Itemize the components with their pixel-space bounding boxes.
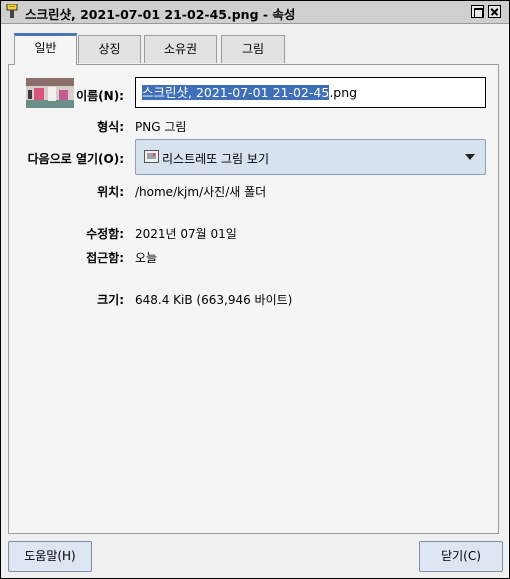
accessed-label: 접근함:: [86, 251, 124, 265]
accessed-value: 오늘: [135, 251, 158, 265]
title-bar[interactable]: 스크린샷, 2021-07-01 21-02-45.png - 속성: [1, 1, 509, 24]
type-value: PNG 그림: [135, 120, 187, 134]
open-with-label: 다음으로 열기(O):: [27, 152, 124, 166]
name-input[interactable]: 스크린샷, 2021-07-01 21-02-45.png: [135, 77, 486, 108]
image-viewer-icon: [144, 150, 159, 163]
close-window-button[interactable]: [488, 5, 501, 18]
maximize-button[interactable]: [471, 5, 484, 18]
size-value: 648.4 KiB (663,946 바이트): [135, 293, 293, 307]
help-button[interactable]: 도움말(H): [8, 541, 92, 572]
modified-value: 2021년 07월 01일: [135, 227, 237, 241]
size-label: 크기:: [97, 293, 124, 307]
location-label: 위치:: [97, 185, 124, 199]
close-button[interactable]: 닫기(C): [419, 541, 503, 572]
name-extension-text: .png: [329, 85, 358, 100]
chevron-down-icon: [465, 154, 475, 160]
tab-permissions[interactable]: 소유권: [144, 35, 217, 63]
brush-icon: [6, 4, 18, 18]
name-selected-text: 스크린샷, 2021-07-01 21-02-45: [142, 85, 330, 100]
open-with-select[interactable]: 리스트레또 그림 보기: [135, 139, 486, 175]
type-label: 형식:: [97, 120, 124, 134]
open-with-value: 리스트레또 그림 보기: [162, 152, 269, 166]
modified-label: 수정함:: [86, 227, 124, 241]
tab-emblems[interactable]: 상징: [78, 35, 141, 63]
tab-image[interactable]: 그림: [221, 35, 285, 63]
window-title: 스크린샷, 2021-07-01 21-02-45.png - 속성: [25, 7, 296, 22]
tab-general[interactable]: 일반: [14, 33, 77, 65]
name-label: 이름(N):: [76, 89, 124, 103]
properties-window: 스크린샷, 2021-07-01 21-02-45.png - 속성 일반 상징…: [0, 0, 510, 579]
location-value: /home/kjm/사진/새 폴더: [135, 185, 267, 199]
